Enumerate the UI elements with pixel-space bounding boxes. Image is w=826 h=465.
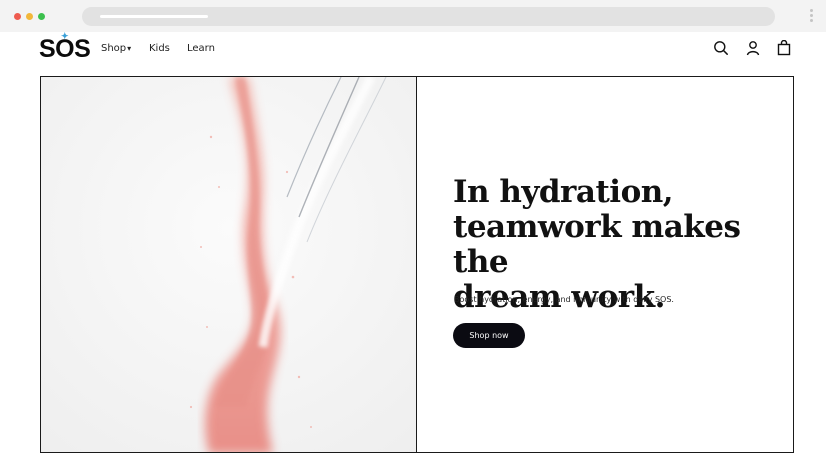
hero-image-powder-pour (41, 77, 417, 452)
nav-learn-label: Learn (187, 43, 215, 54)
window-close-button[interactable] (14, 13, 21, 20)
search-icon[interactable] (713, 40, 729, 56)
account-icon[interactable] (745, 40, 761, 56)
sparkle-icon: ✦ (61, 31, 69, 41)
address-bar[interactable] (82, 7, 775, 26)
address-bar-placeholder (100, 15, 208, 18)
headline-line-2: teamwork makes the (453, 209, 741, 280)
site-header: SOS ✦ Shop▾ Kids Learn (0, 31, 826, 76)
nav-learn[interactable]: Learn (187, 43, 215, 54)
hero-headline: In hydration, teamwork makes the dream w… (453, 175, 773, 315)
nav-shop[interactable]: Shop▾ (101, 43, 131, 54)
chevron-down-icon: ▾ (127, 44, 132, 53)
shop-now-button[interactable]: Shop now (453, 323, 525, 348)
window-maximize-button[interactable] (38, 13, 45, 20)
nav-shop-label: Shop (101, 43, 127, 54)
nav-kids-label: Kids (149, 43, 170, 54)
shopping-bag-icon[interactable] (776, 39, 792, 56)
hero-section: In hydration, teamwork makes the dream w… (40, 76, 794, 453)
brand-logo[interactable]: SOS ✦ (39, 31, 91, 64)
hero-subtext: Boost hydration, energy, and immunity wi… (454, 295, 674, 304)
nav-kids[interactable]: Kids (149, 43, 170, 54)
headline-line-1: In hydration, (453, 174, 674, 210)
hero-text-panel: In hydration, teamwork makes the dream w… (417, 77, 793, 452)
browser-menu-icon[interactable] (808, 9, 814, 25)
browser-chrome (0, 0, 826, 32)
window-minimize-button[interactable] (26, 13, 33, 20)
